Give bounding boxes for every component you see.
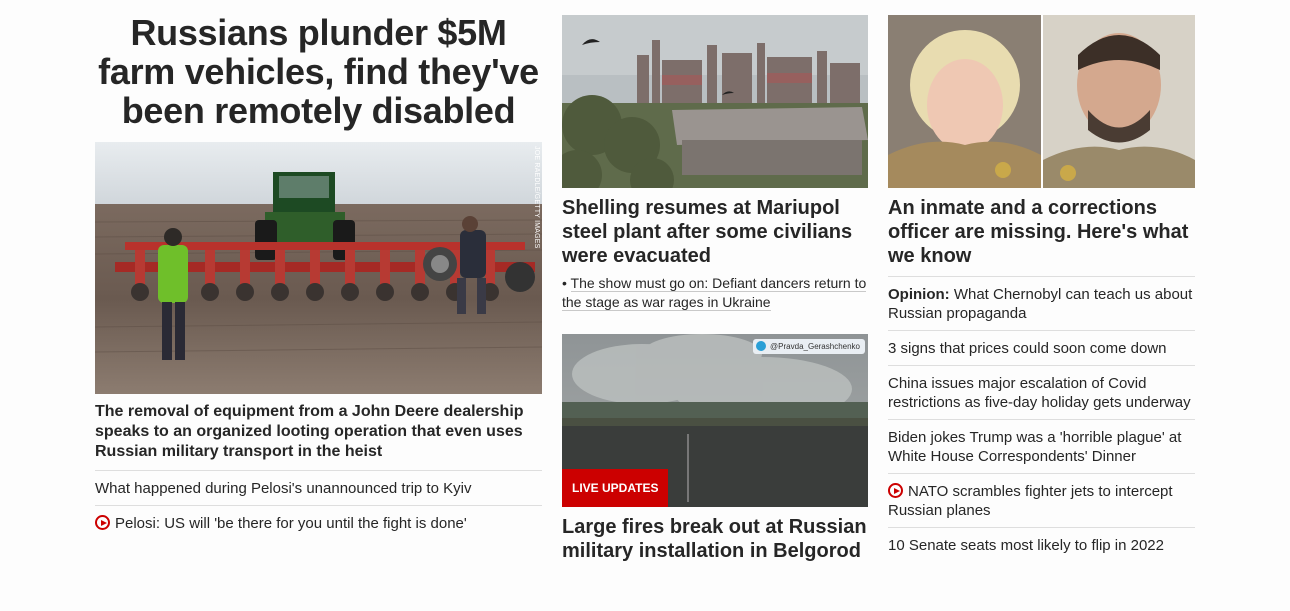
opinion-label: Opinion: bbox=[888, 286, 950, 303]
link-text[interactable]: China issues major escalation of Covid r… bbox=[888, 375, 1191, 411]
right-column: An inmate and a corrections officer are … bbox=[888, 0, 1195, 562]
middle-column: Shelling resumes at Mariupol steel plant… bbox=[562, 0, 868, 563]
lead-link-pelosi-trip[interactable]: What happened during Pelosi's unannounce… bbox=[95, 471, 542, 505]
right-link-prices[interactable]: 3 signs that prices could soon come down bbox=[888, 331, 1195, 365]
link-text[interactable]: The show must go on: Defiant dancers ret… bbox=[562, 275, 867, 311]
right-link-china-covid[interactable]: China issues major escalation of Covid r… bbox=[888, 366, 1195, 419]
mariupol-photo[interactable] bbox=[562, 15, 868, 188]
play-circle-icon bbox=[888, 483, 903, 498]
link-text[interactable]: 10 Senate seats most likely to flip in 2… bbox=[888, 537, 1164, 554]
mariupol-headline[interactable]: Shelling resumes at Mariupol steel plant… bbox=[562, 196, 868, 268]
lead-link-pelosi-video[interactable]: Pelosi: US will 'be there for you until … bbox=[95, 506, 542, 540]
lead-story: Russians plunder $5M farm vehicles, find… bbox=[95, 0, 542, 540]
source-tag-text: @Pravda_Gerashchenko bbox=[770, 342, 860, 351]
inmate-headline[interactable]: An inmate and a corrections officer are … bbox=[888, 196, 1195, 268]
link-text[interactable]: What happened during Pelosi's unannounce… bbox=[95, 480, 471, 497]
belgorod-headline[interactable]: Large fires break out at Russian militar… bbox=[562, 515, 868, 563]
link-text[interactable]: 3 signs that prices could soon come down bbox=[888, 340, 1167, 357]
right-link-senate-seats[interactable]: 10 Senate seats most likely to flip in 2… bbox=[888, 528, 1195, 562]
right-link-chernobyl[interactable]: Opinion: What Chernobyl can teach us abo… bbox=[888, 277, 1195, 330]
belgorod-fire-photo[interactable]: @Pravda_Gerashchenko LIVE UPDATES bbox=[562, 334, 868, 507]
live-updates-badge[interactable]: LIVE UPDATES bbox=[562, 469, 669, 507]
lead-summary[interactable]: The removal of equipment from a John Dee… bbox=[95, 402, 542, 462]
link-text[interactable]: NATO scrambles fighter jets to intercept… bbox=[888, 483, 1173, 519]
photo-credit: JOE RAEDLE/GETTY IMAGES bbox=[533, 146, 540, 249]
bullet: • bbox=[562, 275, 571, 291]
dancers-link[interactable]: • The show must go on: Defiant dancers r… bbox=[562, 274, 868, 312]
source-tag: @Pravda_Gerashchenko bbox=[753, 339, 865, 354]
inmate-officer-photo[interactable] bbox=[888, 15, 1195, 188]
lead-photo-tractor[interactable]: JOE RAEDLE/GETTY IMAGES bbox=[95, 142, 542, 394]
link-text[interactable]: Pelosi: US will 'be there for you until … bbox=[115, 515, 467, 532]
right-link-nato-jets[interactable]: NATO scrambles fighter jets to intercept… bbox=[888, 474, 1195, 527]
lead-headline[interactable]: Russians plunder $5M farm vehicles, find… bbox=[95, 13, 542, 142]
link-text[interactable]: Biden jokes Trump was a 'horrible plague… bbox=[888, 429, 1181, 465]
right-link-biden-jokes[interactable]: Biden jokes Trump was a 'horrible plague… bbox=[888, 420, 1195, 473]
telegram-icon bbox=[756, 341, 767, 351]
play-circle-icon bbox=[95, 515, 110, 530]
